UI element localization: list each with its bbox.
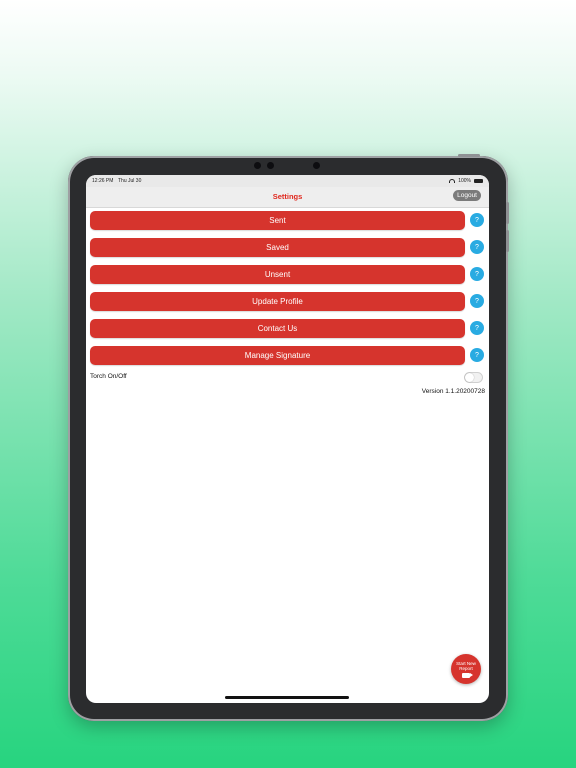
app-screen: 12:26 PM Thu Jul 30 100% Settings Logout… (86, 175, 489, 703)
toggle-knob (465, 373, 474, 382)
help-icon[interactable]: ? (470, 240, 484, 254)
menu-row-saved: Saved ? (90, 237, 485, 257)
update-profile-button[interactable]: Update Profile (90, 291, 465, 311)
volume-up-button (506, 202, 509, 224)
power-button (458, 154, 480, 157)
saved-button[interactable]: Saved (90, 237, 465, 257)
start-new-report-label: Start New Report (456, 661, 476, 671)
version-label: Version 1.1.20200728 (421, 388, 485, 395)
sensor-dot (267, 162, 274, 169)
sent-button[interactable]: Sent (90, 210, 465, 230)
settings-menu: Sent ? Saved ? Unsent ? Update Profile ?… (90, 210, 485, 372)
wifi-icon (449, 179, 456, 183)
unsent-button[interactable]: Unsent (90, 264, 465, 284)
battery-percent: 100% (458, 178, 471, 184)
status-time: 12:26 PM (92, 178, 114, 184)
help-icon[interactable]: ? (470, 294, 484, 308)
battery-icon (474, 179, 483, 183)
volume-down-button (506, 230, 509, 252)
contact-us-button[interactable]: Contact Us (90, 318, 465, 338)
status-date: Thu Jul 30 (118, 178, 142, 184)
status-right: 100% (449, 178, 483, 184)
torch-toggle[interactable] (464, 372, 483, 383)
menu-row-update-profile: Update Profile ? (90, 291, 485, 311)
menu-row-manage-signature: Manage Signature ? (90, 345, 485, 365)
menu-row-sent: Sent ? (90, 210, 485, 230)
help-icon[interactable]: ? (470, 267, 484, 281)
help-icon[interactable]: ? (470, 321, 484, 335)
menu-row-unsent: Unsent ? (90, 264, 485, 284)
logout-button[interactable]: Logout (453, 190, 481, 201)
manage-signature-button[interactable]: Manage Signature (90, 345, 465, 365)
video-camera-icon (462, 673, 473, 678)
navigation-bar: Settings Logout (86, 187, 489, 208)
start-new-report-button[interactable]: Start New Report (451, 654, 481, 684)
menu-row-contact-us: Contact Us ? (90, 318, 485, 338)
status-bar: 12:26 PM Thu Jul 30 100% (86, 175, 489, 187)
page-title: Settings (272, 192, 303, 201)
torch-label: Torch On/Off (90, 373, 127, 380)
home-indicator (225, 696, 349, 699)
front-camera (313, 162, 320, 169)
help-icon[interactable]: ? (470, 348, 484, 362)
sensor-dot (254, 162, 261, 169)
help-icon[interactable]: ? (470, 213, 484, 227)
